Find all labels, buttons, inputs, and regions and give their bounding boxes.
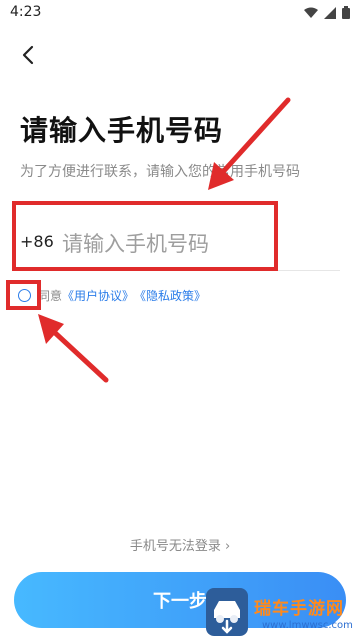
watermark-domain: www.lmwwsc.com	[262, 620, 353, 631]
cannot-login-link[interactable]: 手机号无法登录 ›	[0, 535, 360, 554]
watermark-logo	[206, 588, 248, 636]
car-icon	[214, 601, 240, 634]
watermark-text: 瑞车手游网	[254, 599, 344, 619]
watermark: 瑞车手游网 www.lmwwsc.com	[198, 578, 360, 639]
